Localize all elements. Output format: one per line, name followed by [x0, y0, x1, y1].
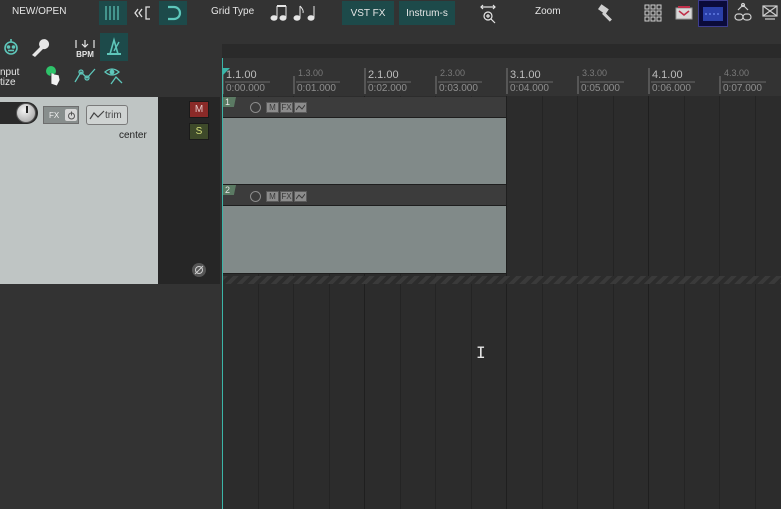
zoom-fit-icon[interactable] — [477, 1, 499, 25]
ruler-time-label: 0:03.000 — [439, 83, 478, 94]
arrange-view[interactable]: 1 M FX 2 M FX I — [222, 44, 781, 509]
ruler-time-label: 0:00.000 — [226, 83, 265, 94]
ruler-time-label: 0:06.000 — [652, 83, 691, 94]
ruler-mark-label: 2.1.00 — [368, 69, 399, 81]
grid-type-label[interactable]: Grid Type — [211, 6, 254, 18]
item-mute-button[interactable]: M — [266, 102, 279, 113]
new-open-button[interactable]: NEW/OPEN — [12, 6, 66, 18]
item-envelope-icon[interactable] — [294, 191, 307, 202]
pan-label[interactable]: center — [119, 130, 147, 141]
snap-bracket-icon[interactable] — [131, 1, 155, 25]
main-toolbar: NEW/OPEN Grid Type VST FX Instrum-s Zoom — [0, 0, 781, 28]
volume-knob[interactable] — [16, 103, 36, 123]
item-power-icon[interactable] — [250, 191, 261, 202]
ruler-time-label: 0:04.000 — [510, 83, 549, 94]
track-control-panel: FX trim center — [0, 97, 158, 284]
envelope-visibility-icon[interactable] — [102, 65, 128, 87]
vst-fx-button[interactable]: VST FX — [342, 1, 394, 25]
video-window-icon[interactable] — [698, 0, 728, 27]
track-number-1: 1 — [222, 97, 237, 107]
edit-cursor-line[interactable] — [222, 58, 223, 509]
fx-label: FX — [49, 110, 60, 120]
phase-invert-icon[interactable] — [192, 263, 206, 277]
timeline-ruler[interactable]: 1.1.00 0:00.000 1.3.00 0:01.000 2.1.00 0… — [222, 58, 781, 96]
envelope-points-icon[interactable] — [72, 65, 98, 87]
ruler-mark-label: 4.3.00 — [724, 68, 750, 78]
instruments-button[interactable]: Instrum-s — [399, 1, 455, 25]
note-quarter-icon[interactable] — [268, 1, 290, 25]
item-header-track-2[interactable]: 2 M FX — [222, 185, 506, 205]
trim-label: trim — [105, 109, 122, 121]
item-fx-button[interactable]: FX — [280, 102, 293, 113]
trim-envelope-icon — [89, 110, 105, 120]
ruler-mark-label: 2.3.00 — [440, 68, 466, 78]
ruler-time-label: 0:07.000 — [723, 83, 762, 94]
ruler-mark-label: 3.3.00 — [582, 68, 608, 78]
track-number-2: 2 — [222, 185, 237, 195]
ruler-time-label: 0:02.000 — [368, 83, 407, 94]
robot-face-icon[interactable] — [0, 36, 22, 58]
solo-button[interactable]: S — [189, 123, 209, 140]
item-header-track-1[interactable]: 1 M FX — [222, 97, 506, 117]
input-quantize-line2: tize — [0, 77, 16, 88]
item-fx-button[interactable]: FX — [280, 191, 293, 202]
bpm-tap-button[interactable]: BPM — [72, 35, 98, 61]
ruler-mark-label: 1.1.00 — [226, 69, 257, 81]
crossfade-icon[interactable] — [760, 1, 781, 25]
ibeam-cursor-icon: I — [476, 343, 486, 362]
zoom-label[interactable]: Zoom — [535, 6, 561, 18]
trim-button[interactable]: trim — [86, 105, 128, 125]
snap-magnet-icon[interactable] — [159, 1, 187, 25]
ruler-mark-label: 1.3.00 — [298, 68, 324, 78]
track-side-strip: M S — [158, 97, 220, 284]
note-eighth-icon[interactable] — [292, 1, 306, 25]
track-list-empty-area — [0, 284, 222, 509]
track-end-band — [222, 276, 781, 284]
grid-dots-icon[interactable] — [642, 1, 664, 25]
item-mute-button[interactable]: M — [266, 191, 279, 202]
ruler-time-label: 0:05.000 — [581, 83, 620, 94]
media-item-track-2[interactable] — [222, 205, 507, 274]
horizontal-scrollbar[interactable] — [222, 44, 781, 58]
pointer-hand-icon[interactable] — [42, 64, 64, 88]
grid-lines-icon[interactable] — [99, 1, 127, 25]
ruler-mark-label: 4.1.00 — [652, 69, 683, 81]
item-envelope-icon[interactable] — [294, 102, 307, 113]
input-quantize-label: nput tize — [0, 68, 19, 88]
ruler-time-label: 0:01.000 — [297, 83, 336, 94]
mute-button[interactable]: M — [189, 101, 209, 118]
metronome-icon[interactable] — [100, 33, 128, 61]
secondary-toolbar: BPM nput tize — [0, 28, 222, 98]
render-icon[interactable] — [672, 1, 696, 25]
ruler-mark-label: 3.1.00 — [510, 69, 541, 81]
fx-bypass-icon[interactable] — [65, 109, 77, 121]
wrench-icon[interactable] — [27, 36, 51, 60]
item-power-icon[interactable] — [250, 102, 261, 113]
bpm-label: BPM — [76, 49, 94, 59]
note-sixteenth-icon[interactable] — [306, 1, 318, 25]
media-item-track-1[interactable] — [222, 117, 507, 185]
fx-button[interactable]: FX — [43, 106, 79, 124]
routing-link-icon[interactable] — [731, 1, 755, 25]
hammer-icon[interactable] — [596, 1, 618, 25]
